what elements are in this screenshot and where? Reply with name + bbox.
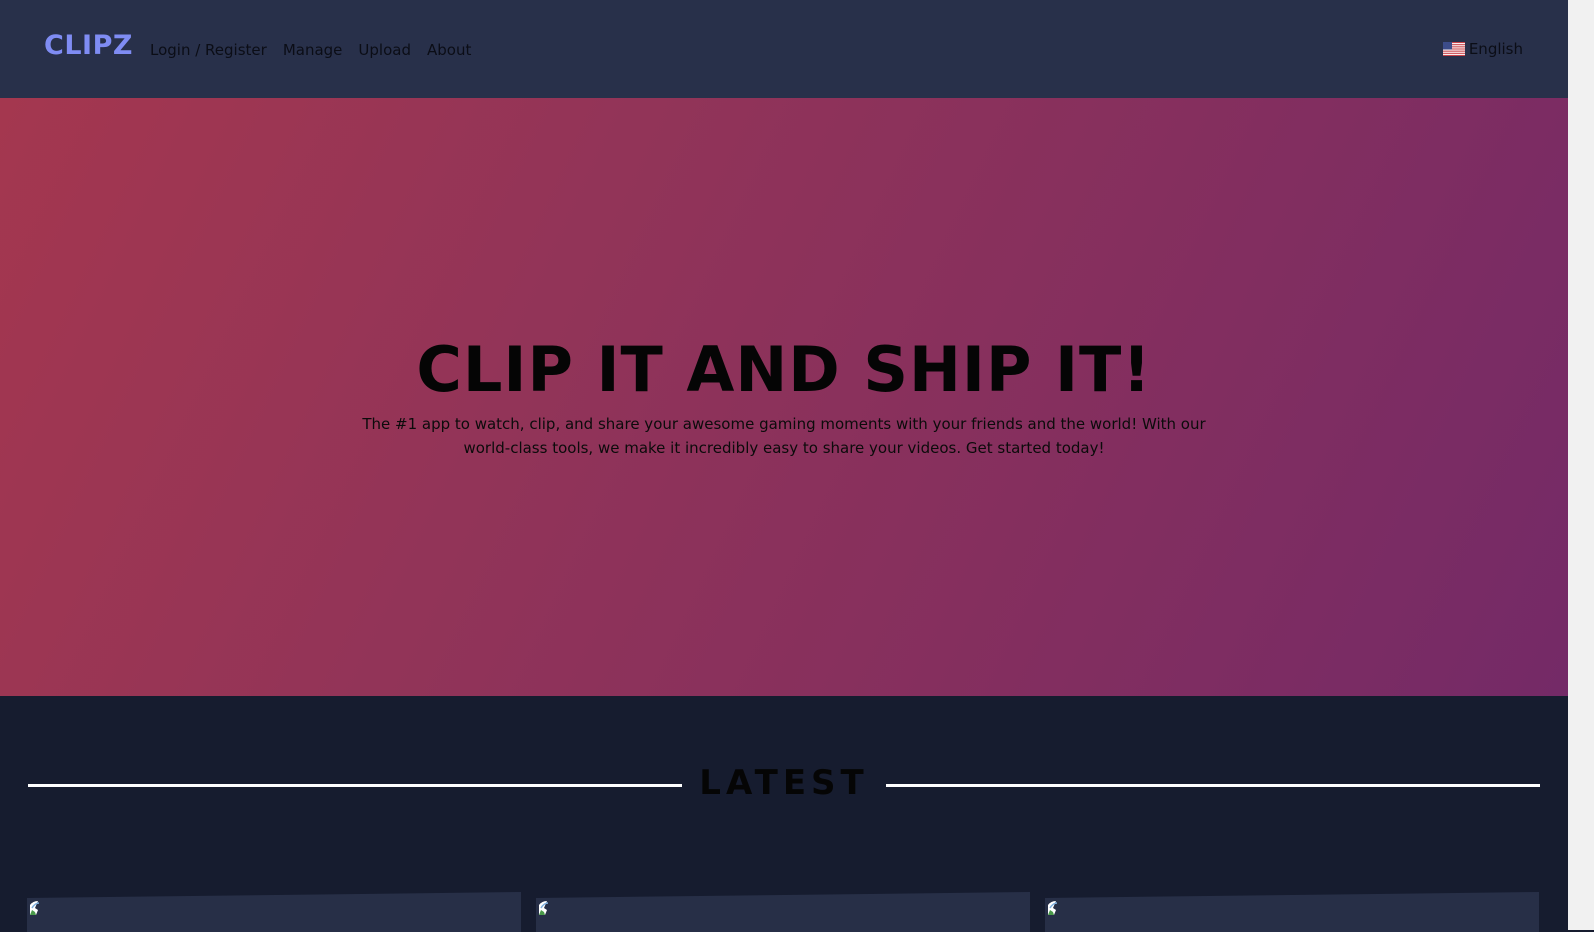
hero-subtitle: The #1 app to watch, clip, and share you… bbox=[362, 415, 1206, 457]
top-navbar: CLIPZ Login / Register Manage Upload Abo… bbox=[0, 0, 1568, 98]
clip-card[interactable] bbox=[1045, 892, 1539, 932]
page-scrollbar[interactable] bbox=[1568, 0, 1594, 930]
hero-title: CLIP IT AND SHIP IT! bbox=[416, 333, 1152, 406]
nav-link-about[interactable]: About bbox=[427, 41, 471, 59]
latest-heading: LATEST bbox=[699, 763, 869, 803]
latest-section: LATEST bbox=[0, 696, 1568, 932]
language-label: English bbox=[1468, 40, 1523, 58]
us-flag-icon bbox=[1442, 42, 1465, 56]
divider-right bbox=[886, 784, 1540, 787]
brand-logo[interactable]: CLIPZ bbox=[44, 30, 133, 61]
clip-card[interactable] bbox=[536, 892, 1030, 932]
nav-link-login-register[interactable]: Login / Register bbox=[150, 41, 267, 59]
clip-card[interactable] bbox=[27, 892, 521, 932]
broken-image-icon bbox=[539, 901, 549, 915]
broken-image-icon bbox=[30, 901, 40, 915]
nav-link-upload[interactable]: Upload bbox=[358, 41, 411, 59]
nav-link-manage[interactable]: Manage bbox=[283, 41, 343, 59]
hero-section: CLIP IT AND SHIP IT! The #1 app to watch… bbox=[0, 98, 1568, 696]
nav-links: Login / Register Manage Upload About bbox=[150, 41, 471, 59]
language-selector[interactable]: English bbox=[1442, 40, 1523, 58]
broken-image-icon bbox=[1048, 901, 1058, 915]
